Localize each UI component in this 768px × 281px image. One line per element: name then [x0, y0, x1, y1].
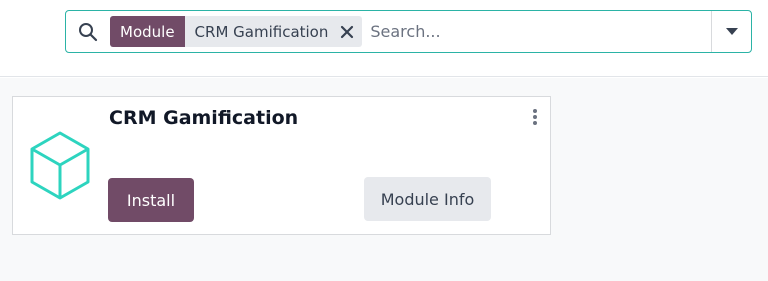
cube-icon — [29, 130, 91, 202]
facet-label: Module — [110, 16, 185, 47]
kanban-content: CRM Gamification Install Module Info — [0, 78, 768, 281]
control-panel: Module CRM Gamification — [0, 0, 768, 77]
facet-value: CRM Gamification — [194, 22, 329, 41]
module-title: CRM Gamification — [109, 107, 299, 129]
search-box[interactable]: Module CRM Gamification — [65, 10, 752, 53]
module-info-button[interactable]: Module Info — [364, 177, 491, 221]
search-icon[interactable] — [66, 11, 110, 52]
close-icon[interactable] — [338, 16, 362, 47]
kebab-vertical-icon[interactable] — [531, 108, 539, 126]
module-card[interactable]: CRM Gamification Install Module Info — [12, 96, 551, 235]
caret-down-icon — [725, 27, 738, 35]
search-options-toggle[interactable] — [711, 11, 751, 52]
search-input[interactable] — [370, 16, 711, 47]
install-button[interactable]: Install — [108, 178, 194, 222]
search-facet: Module CRM Gamification — [110, 16, 363, 47]
